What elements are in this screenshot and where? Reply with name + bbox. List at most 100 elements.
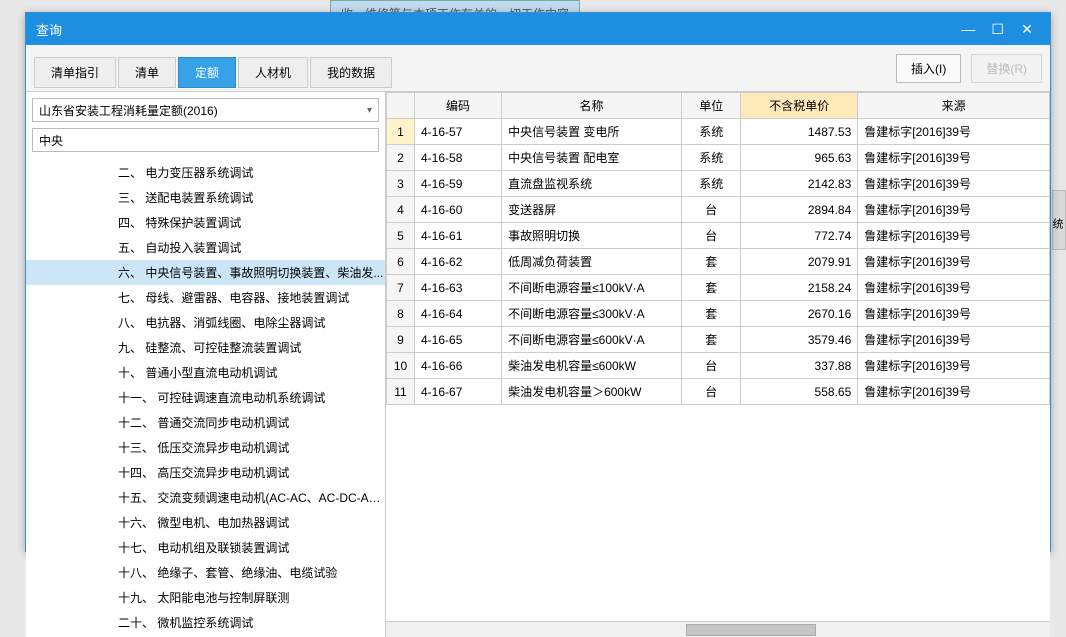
result-grid[interactable]: 编码 名称 单位 不含税单价 来源 14-16-57中央信号装置 变电所系统14… [386,92,1050,621]
col-code[interactable]: 编码 [415,93,502,119]
maximize-icon[interactable]: ☐ [985,21,1011,38]
tab-0[interactable]: 清单指引 [34,57,116,88]
table-row[interactable]: 24-16-58中央信号装置 配电室系统965.63鲁建标字[2016]39号 [387,145,1050,171]
cell-source[interactable]: 鲁建标字[2016]39号 [858,275,1050,301]
cell-price[interactable]: 1487.53 [741,119,858,145]
category-tree[interactable]: 二、 电力变压器系统调试三、 送配电装置系统调试四、 特殊保护装置调试五、 自动… [26,158,385,637]
cell-unit[interactable]: 套 [682,301,741,327]
cell-name[interactable]: 低周减负荷装置 [502,249,682,275]
tree-item[interactable]: 二十、 微机监控系统调试 [26,610,385,635]
tab-2[interactable]: 定额 [178,57,236,88]
table-row[interactable]: 114-16-67柴油发电机容量＞600kW台558.65鲁建标字[2016]3… [387,379,1050,405]
close-icon[interactable]: ✕ [1014,21,1040,38]
cell-name[interactable]: 事故照明切换 [502,223,682,249]
table-row[interactable]: 34-16-59直流盘监视系统系统2142.83鲁建标字[2016]39号 [387,171,1050,197]
table-row[interactable]: 14-16-57中央信号装置 变电所系统1487.53鲁建标字[2016]39号 [387,119,1050,145]
cell-name[interactable]: 不间断电源容量≤600kV·A [502,327,682,353]
table-row[interactable]: 84-16-64不间断电源容量≤300kV·A套2670.16鲁建标字[2016… [387,301,1050,327]
cell-name[interactable]: 变送器屏 [502,197,682,223]
cell-name[interactable]: 不间断电源容量≤300kV·A [502,301,682,327]
tree-item[interactable]: 十一、 可控硅调速直流电动机系统调试 [26,385,385,410]
table-row[interactable]: 94-16-65不间断电源容量≤600kV·A套3579.46鲁建标字[2016… [387,327,1050,353]
tree-item[interactable]: 十二、 普通交流同步电动机调试 [26,410,385,435]
cell-price[interactable]: 337.88 [741,353,858,379]
cell-source[interactable]: 鲁建标字[2016]39号 [858,249,1050,275]
cell-code[interactable]: 4-16-57 [415,119,502,145]
table-row[interactable]: 74-16-63不间断电源容量≤100kV·A套2158.24鲁建标字[2016… [387,275,1050,301]
cell-name[interactable]: 中央信号装置 配电室 [502,145,682,171]
col-price[interactable]: 不含税单价 [741,93,858,119]
tree-item[interactable]: 十五、 交流变频调速电动机(AC-AC、AC-DC-AC... [26,485,385,510]
tree-item[interactable]: 四、 特殊保护装置调试 [26,210,385,235]
tree-item[interactable]: 十四、 高压交流异步电动机调试 [26,460,385,485]
tree-item[interactable]: 十、 普通小型直流电动机调试 [26,360,385,385]
col-source[interactable]: 来源 [858,93,1050,119]
tree-item[interactable]: 五、 自动投入装置调试 [26,235,385,260]
tree-item[interactable]: 十六、 微型电机、电加热器调试 [26,510,385,535]
cell-unit[interactable]: 台 [682,197,741,223]
cell-code[interactable]: 4-16-65 [415,327,502,353]
cell-source[interactable]: 鲁建标字[2016]39号 [858,223,1050,249]
cell-unit[interactable]: 系统 [682,145,741,171]
table-row[interactable]: 104-16-66柴油发电机容量≤600kW台337.88鲁建标字[2016]3… [387,353,1050,379]
horizontal-scrollbar[interactable] [386,621,1050,637]
cell-source[interactable]: 鲁建标字[2016]39号 [858,197,1050,223]
cell-code[interactable]: 4-16-63 [415,275,502,301]
cell-price[interactable]: 2142.83 [741,171,858,197]
cell-name[interactable]: 柴油发电机容量＞600kW [502,379,682,405]
tree-item[interactable]: 九、 硅整流、可控硅整流装置调试 [26,335,385,360]
cell-price[interactable]: 772.74 [741,223,858,249]
cell-source[interactable]: 鲁建标字[2016]39号 [858,145,1050,171]
cell-code[interactable]: 4-16-61 [415,223,502,249]
cell-unit[interactable]: 台 [682,379,741,405]
cell-price[interactable]: 2158.24 [741,275,858,301]
cell-source[interactable]: 鲁建标字[2016]39号 [858,119,1050,145]
search-input[interactable] [33,129,378,151]
col-unit[interactable]: 单位 [682,93,741,119]
sidebar-tab-stub[interactable]: 统 [1052,190,1066,250]
scrollbar-thumb[interactable] [686,624,816,636]
tree-item[interactable]: 二、 电力变压器系统调试 [26,160,385,185]
table-row[interactable]: 54-16-61事故照明切换台772.74鲁建标字[2016]39号 [387,223,1050,249]
cell-code[interactable]: 4-16-67 [415,379,502,405]
cell-code[interactable]: 4-16-62 [415,249,502,275]
tree-item[interactable]: 十九、 太阳能电池与控制屏联测 [26,585,385,610]
tab-3[interactable]: 人材机 [238,57,308,88]
cell-price[interactable]: 2079.91 [741,249,858,275]
tree-item[interactable]: 十三、 低压交流异步电动机调试 [26,435,385,460]
cell-code[interactable]: 4-16-58 [415,145,502,171]
col-name[interactable]: 名称 [502,93,682,119]
tab-4[interactable]: 我的数据 [310,57,392,88]
search-box[interactable] [32,128,379,152]
quota-combo[interactable]: 山东省安装工程消耗量定额(2016) ▾ [32,98,379,122]
cell-name[interactable]: 直流盘监视系统 [502,171,682,197]
cell-source[interactable]: 鲁建标字[2016]39号 [858,379,1050,405]
cell-price[interactable]: 2894.84 [741,197,858,223]
cell-name[interactable]: 中央信号装置 变电所 [502,119,682,145]
cell-unit[interactable]: 套 [682,327,741,353]
tree-item[interactable]: 三、 送配电装置系统调试 [26,185,385,210]
cell-unit[interactable]: 系统 [682,171,741,197]
cell-name[interactable]: 不间断电源容量≤100kV·A [502,275,682,301]
cell-code[interactable]: 4-16-64 [415,301,502,327]
tree-item[interactable]: 十七、 电动机组及联锁装置调试 [26,535,385,560]
tab-1[interactable]: 清单 [118,57,176,88]
cell-unit[interactable]: 台 [682,353,741,379]
cell-code[interactable]: 4-16-60 [415,197,502,223]
cell-source[interactable]: 鲁建标字[2016]39号 [858,171,1050,197]
cell-price[interactable]: 2670.16 [741,301,858,327]
tree-item[interactable]: 十八、 绝缘子、套管、绝缘油、电缆试验 [26,560,385,585]
cell-price[interactable]: 3579.46 [741,327,858,353]
cell-unit[interactable]: 台 [682,223,741,249]
insert-button[interactable]: 插入(I) [896,54,961,83]
tree-item[interactable]: 七、 母线、避雷器、电容器、接地装置调试 [26,285,385,310]
minimize-icon[interactable]: — [955,21,981,37]
cell-code[interactable]: 4-16-66 [415,353,502,379]
cell-source[interactable]: 鲁建标字[2016]39号 [858,301,1050,327]
tree-item[interactable]: 八、 电抗器、消弧线圈、电除尘器调试 [26,310,385,335]
cell-name[interactable]: 柴油发电机容量≤600kW [502,353,682,379]
cell-price[interactable]: 558.65 [741,379,858,405]
cell-unit[interactable]: 套 [682,275,741,301]
cell-source[interactable]: 鲁建标字[2016]39号 [858,327,1050,353]
cell-unit[interactable]: 套 [682,249,741,275]
